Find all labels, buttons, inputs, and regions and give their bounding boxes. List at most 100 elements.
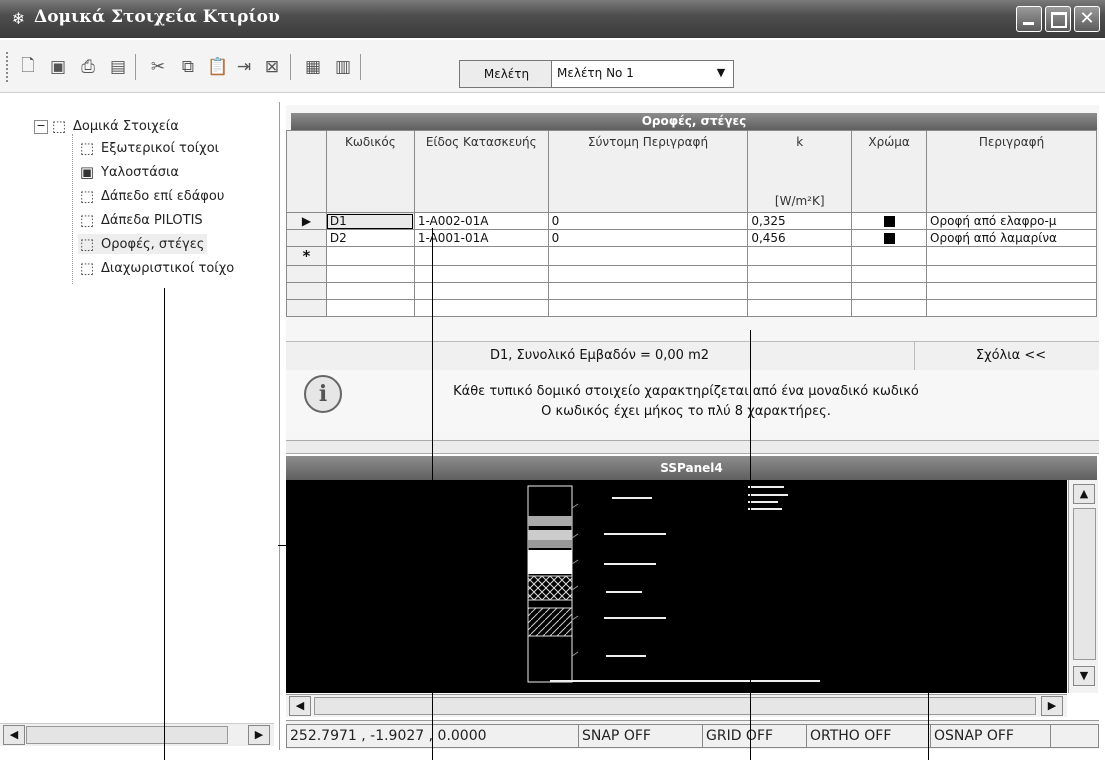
cut-icon[interactable]: ✂ bbox=[147, 56, 169, 78]
floor-icon: ⬚ bbox=[79, 187, 95, 205]
scroll-thumb[interactable] bbox=[1073, 508, 1096, 660]
study-button[interactable]: Μελέτη bbox=[459, 60, 554, 88]
save-icon[interactable]: ▣ bbox=[47, 56, 69, 78]
tree-item-label: Δάπεδο επί εδάφου bbox=[101, 188, 225, 204]
toolbar-separator bbox=[290, 54, 291, 80]
column-header[interactable]: Περιγραφή bbox=[926, 130, 1097, 213]
grid-icon[interactable]: ▦ bbox=[302, 56, 324, 78]
section-drawing-canvas[interactable] bbox=[286, 480, 1067, 693]
cell-desc[interactable]: Οροφή από ελαφρο-μ bbox=[926, 212, 1097, 230]
snap-toggle[interactable]: SNAP OFF bbox=[578, 724, 703, 748]
empty-row bbox=[286, 282, 1097, 300]
tree-item-label: Εξωτερικοί τοίχοι bbox=[101, 140, 220, 156]
collapse-icon[interactable]: − bbox=[34, 120, 48, 134]
print-icon[interactable]: ⎙ bbox=[77, 56, 99, 78]
scroll-right-icon[interactable]: ▶ bbox=[1041, 696, 1063, 716]
cell-k[interactable]: 0,325 bbox=[747, 212, 853, 230]
study-select-value: Μελέτη No 1 bbox=[557, 66, 634, 80]
toolbar-grip bbox=[6, 52, 12, 82]
window-title: Δομικά Στοιχεία Κτιρίου bbox=[34, 7, 280, 27]
close-icon[interactable]: ✕ bbox=[1074, 6, 1100, 32]
empty-cell[interactable] bbox=[851, 246, 928, 266]
empty-row bbox=[286, 265, 1097, 283]
cell-color[interactable] bbox=[851, 212, 928, 230]
splitter[interactable] bbox=[286, 440, 1099, 454]
column-header[interactable]: k [W/m²K] bbox=[747, 130, 853, 213]
k-unit-label: [W/m²K] bbox=[774, 194, 825, 208]
cell-code[interactable]: D2 bbox=[325, 229, 415, 247]
comments-button[interactable]: Σχόλια << bbox=[926, 348, 1096, 363]
cell-type[interactable]: 1-A001-01A bbox=[413, 229, 549, 247]
color-swatch bbox=[883, 233, 895, 244]
scroll-thumb[interactable] bbox=[26, 726, 228, 744]
status-bar: 252.7971 , -1.9027 , 0.0000 SNAP OFF GRI… bbox=[286, 720, 1099, 749]
empty-cell[interactable] bbox=[547, 246, 749, 266]
import-icon[interactable]: ⇥ bbox=[233, 56, 255, 78]
cell-code[interactable]: D1 bbox=[325, 212, 415, 230]
grid-title: Οροφές, στέγες bbox=[291, 113, 1097, 130]
tree-item-glazing[interactable]: ▣ Υαλοστάσια bbox=[78, 162, 179, 182]
empty-cell[interactable] bbox=[413, 246, 549, 266]
column-header[interactable]: Κωδικός bbox=[325, 130, 415, 213]
toolbar-separator bbox=[135, 54, 136, 80]
scroll-left-icon[interactable]: ◀ bbox=[289, 696, 311, 716]
preview-icon[interactable]: ▤ bbox=[107, 56, 129, 78]
area-summary: D1, Συνολικό Εμβαδόν = 0,00 m2 bbox=[489, 348, 710, 363]
new-file-icon[interactable]: 🗋 bbox=[17, 56, 39, 78]
wall-icon: ⬚ bbox=[79, 139, 95, 157]
row-selector[interactable] bbox=[286, 229, 327, 247]
empty-cell[interactable] bbox=[325, 246, 415, 266]
copy-icon[interactable]: ⧉ bbox=[177, 56, 199, 78]
tree-item-label: Δάπεδα PILOTIS bbox=[101, 212, 203, 228]
tree-item-label: Υαλοστάσια bbox=[101, 164, 179, 180]
ortho-toggle[interactable]: ORTHO OFF bbox=[806, 724, 931, 748]
summary-bar: D1, Συνολικό Εμβαδόν = 0,00 m2 Σχόλια << bbox=[286, 341, 1099, 370]
status-empty-cell bbox=[1050, 724, 1099, 748]
panel-horizontal-scrollbar[interactable]: ◀ ▶ bbox=[286, 694, 1067, 717]
tree-item-partitions[interactable]: ⬚ Διαχωριστικοί τοίχο bbox=[78, 258, 234, 278]
new-row[interactable]: * bbox=[286, 246, 1097, 266]
paste-icon[interactable]: 📋 bbox=[207, 56, 229, 78]
maximize-icon[interactable] bbox=[1045, 6, 1071, 32]
table-header-row: Κωδικός Είδος Κατασκευής Σύντομη Περιγρα… bbox=[286, 130, 1097, 213]
excel-export-icon[interactable]: ⊠ bbox=[261, 56, 283, 78]
empty-cell[interactable] bbox=[926, 246, 1097, 266]
cell-desc[interactable]: Οροφή από λαμαρίνα bbox=[926, 229, 1097, 247]
tree-item-label: Διαχωριστικοί τοίχο bbox=[101, 260, 235, 276]
tree-item-external-walls[interactable]: ⬚ Εξωτερικοί τοίχοι bbox=[78, 138, 219, 158]
tree-root[interactable]: ⬚ Δομικά Στοιχεία bbox=[50, 116, 179, 136]
callout-line bbox=[750, 330, 751, 760]
section-drawing bbox=[527, 485, 820, 683]
info-area: i Κάθε τυπικό δομικό στοιχείο χαρακτηρίζ… bbox=[286, 370, 1099, 432]
osnap-toggle[interactable]: OSNAP OFF bbox=[930, 724, 1051, 748]
tree-item-ground-floor[interactable]: ⬚ Δάπεδο επί εδάφου bbox=[78, 186, 224, 206]
callout-line bbox=[432, 228, 433, 760]
empty-cell[interactable] bbox=[747, 246, 853, 266]
table-row[interactable]: ▶ D1 1-A002-01A 0 0,325 Οροφή από ελαφρο… bbox=[286, 212, 1097, 230]
cell-k[interactable]: 0,456 bbox=[747, 229, 853, 247]
tree-item-roofs[interactable]: ⬚ Οροφές, στέγες bbox=[78, 234, 208, 254]
scroll-right-icon[interactable]: ▶ bbox=[248, 725, 270, 745]
table-row[interactable]: D2 1-A001-01A 0 0,456 Οροφή από λαμαρίνα bbox=[286, 229, 1097, 247]
grid-toggle[interactable]: GRID OFF bbox=[702, 724, 807, 748]
cell-color[interactable] bbox=[851, 229, 928, 247]
study-select[interactable]: Μελέτη No 1 ▼ bbox=[551, 60, 734, 88]
column-header[interactable]: Είδος Κατασκευής bbox=[413, 130, 549, 213]
tree-horizontal-scrollbar[interactable]: ◀ ▶ bbox=[0, 723, 274, 746]
scroll-up-icon[interactable]: ▲ bbox=[1073, 484, 1095, 504]
chevron-down-icon[interactable]: ▼ bbox=[712, 64, 730, 82]
column-header[interactable]: Χρώμα bbox=[851, 130, 928, 213]
list-icon[interactable]: ▥ bbox=[332, 56, 354, 78]
column-header[interactable]: Σύντομη Περιγραφή bbox=[547, 130, 749, 213]
cell-short[interactable]: 0 bbox=[547, 229, 749, 247]
minimize-icon[interactable] bbox=[1016, 6, 1042, 32]
cell-type[interactable]: 1-A002-01A bbox=[413, 212, 549, 230]
scroll-left-icon[interactable]: ◀ bbox=[3, 725, 25, 745]
panel-vertical-scrollbar[interactable]: ▲ ▼ bbox=[1068, 480, 1098, 693]
title-bar: ❄ Δομικά Στοιχεία Κτιρίου ✕ bbox=[0, 0, 1105, 38]
tree-item-pilotis[interactable]: ⬚ Δάπεδα PILOTIS bbox=[78, 210, 203, 230]
cell-short[interactable]: 0 bbox=[547, 212, 749, 230]
scroll-down-icon[interactable]: ▼ bbox=[1073, 666, 1095, 686]
toolbar-separator bbox=[360, 54, 361, 80]
current-row-marker: ▶ bbox=[286, 212, 327, 230]
